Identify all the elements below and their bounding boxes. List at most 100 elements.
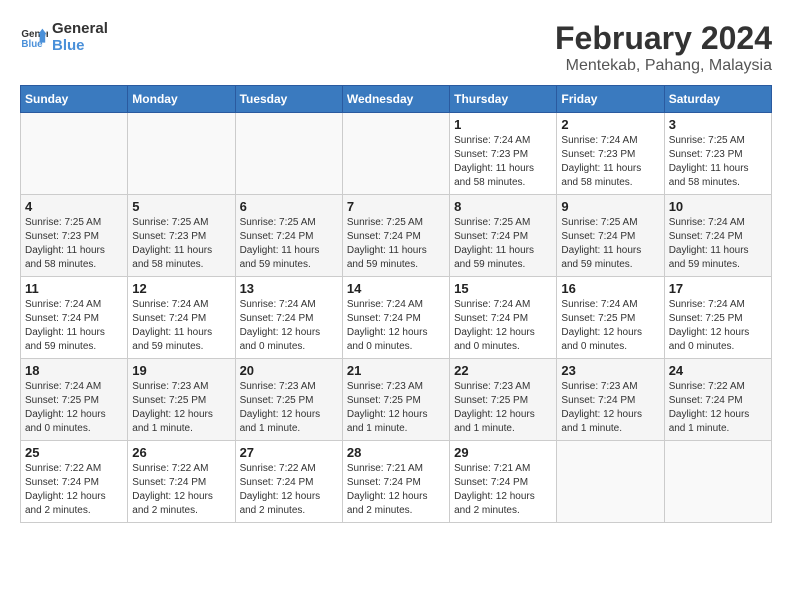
day-info: Sunrise: 7:25 AM Sunset: 7:24 PM Dayligh… bbox=[347, 216, 445, 272]
day-info: Sunrise: 7:21 AM Sunset: 7:24 PM Dayligh… bbox=[347, 462, 445, 518]
calendar-cell: 3 Sunrise: 7:25 AM Sunset: 7:23 PM Daylig… bbox=[664, 113, 771, 195]
day-info: Sunrise: 7:23 AM Sunset: 7:25 PM Dayligh… bbox=[454, 380, 552, 436]
day-number: 18 bbox=[25, 363, 123, 378]
day-info: Sunrise: 7:25 AM Sunset: 7:24 PM Dayligh… bbox=[454, 216, 552, 272]
calendar-cell: 6 Sunrise: 7:25 AM Sunset: 7:24 PM Daylig… bbox=[235, 195, 342, 277]
day-info: Sunrise: 7:22 AM Sunset: 7:24 PM Dayligh… bbox=[240, 462, 338, 518]
calendar-cell: 24 Sunrise: 7:22 AM Sunset: 7:24 PM Dayli… bbox=[664, 359, 771, 441]
calendar-cell: 18 Sunrise: 7:24 AM Sunset: 7:25 PM Dayli… bbox=[21, 359, 128, 441]
logo: General Blue General Blue bbox=[20, 20, 108, 54]
calendar-cell: 26Sunrise: 7:22 AM Sunset: 7:24 PM Dayli… bbox=[128, 441, 235, 523]
day-number: 16 bbox=[561, 281, 659, 296]
weekday-header-tuesday: Tuesday bbox=[235, 86, 342, 113]
day-number: 21 bbox=[347, 363, 445, 378]
day-number: 4 bbox=[25, 199, 123, 214]
calendar-cell: 17Sunrise: 7:24 AM Sunset: 7:25 PM Dayli… bbox=[664, 277, 771, 359]
day-info: Sunrise: 7:25 AM Sunset: 7:24 PM Dayligh… bbox=[240, 216, 338, 272]
calendar-week-row: 1 Sunrise: 7:24 AM Sunset: 7:23 PM Daylig… bbox=[21, 113, 772, 195]
weekday-header-wednesday: Wednesday bbox=[342, 86, 449, 113]
calendar-cell: 14Sunrise: 7:24 AM Sunset: 7:24 PM Dayli… bbox=[342, 277, 449, 359]
calendar-week-row: 11 Sunrise: 7:24 AM Sunset: 7:24 PM Dayli… bbox=[21, 277, 772, 359]
calendar-cell: 16 Sunrise: 7:24 AM Sunset: 7:25 PM Dayli… bbox=[557, 277, 664, 359]
weekday-header-friday: Friday bbox=[557, 86, 664, 113]
day-number: 7 bbox=[347, 199, 445, 214]
day-number: 27 bbox=[240, 445, 338, 460]
calendar-cell: 25Sunrise: 7:22 AM Sunset: 7:24 PM Dayli… bbox=[21, 441, 128, 523]
calendar-cell: 2Sunrise: 7:24 AM Sunset: 7:23 PM Daylig… bbox=[557, 113, 664, 195]
day-info: Sunrise: 7:23 AM Sunset: 7:24 PM Dayligh… bbox=[561, 380, 659, 436]
day-number: 19 bbox=[132, 363, 230, 378]
day-info: Sunrise: 7:24 AM Sunset: 7:25 PM Dayligh… bbox=[561, 298, 659, 354]
calendar-cell: 27 Sunrise: 7:22 AM Sunset: 7:24 PM Dayli… bbox=[235, 441, 342, 523]
calendar-cell: 22 Sunrise: 7:23 AM Sunset: 7:25 PM Dayli… bbox=[450, 359, 557, 441]
day-info: Sunrise: 7:24 AM Sunset: 7:23 PM Dayligh… bbox=[561, 134, 659, 190]
calendar-cell: 4Sunrise: 7:25 AM Sunset: 7:23 PM Daylig… bbox=[21, 195, 128, 277]
day-info: Sunrise: 7:24 AM Sunset: 7:23 PM Dayligh… bbox=[454, 134, 552, 190]
calendar-cell: 19 Sunrise: 7:23 AM Sunset: 7:25 PM Dayli… bbox=[128, 359, 235, 441]
calendar-cell: 8 Sunrise: 7:25 AM Sunset: 7:24 PM Daylig… bbox=[450, 195, 557, 277]
day-number: 20 bbox=[240, 363, 338, 378]
day-info: Sunrise: 7:24 AM Sunset: 7:24 PM Dayligh… bbox=[240, 298, 338, 354]
calendar-header: SundayMondayTuesdayWednesdayThursdayFrid… bbox=[21, 86, 772, 113]
day-number: 6 bbox=[240, 199, 338, 214]
weekday-header-thursday: Thursday bbox=[450, 86, 557, 113]
day-info: Sunrise: 7:24 AM Sunset: 7:25 PM Dayligh… bbox=[25, 380, 123, 436]
day-info: Sunrise: 7:22 AM Sunset: 7:24 PM Dayligh… bbox=[669, 380, 767, 436]
calendar-week-row: 25Sunrise: 7:22 AM Sunset: 7:24 PM Dayli… bbox=[21, 441, 772, 523]
month-year-title: February 2024 bbox=[555, 20, 772, 57]
calendar-cell: 15 Sunrise: 7:24 AM Sunset: 7:24 PM Dayli… bbox=[450, 277, 557, 359]
day-number: 5 bbox=[132, 199, 230, 214]
title-section: February 2024 Mentekab, Pahang, Malaysia bbox=[555, 20, 772, 75]
weekday-header-row: SundayMondayTuesdayWednesdayThursdayFrid… bbox=[21, 86, 772, 113]
calendar-cell: 28Sunrise: 7:21 AM Sunset: 7:24 PM Dayli… bbox=[342, 441, 449, 523]
calendar-cell bbox=[664, 441, 771, 523]
day-number: 11 bbox=[25, 281, 123, 296]
calendar-cell: 5 Sunrise: 7:25 AM Sunset: 7:23 PM Daylig… bbox=[128, 195, 235, 277]
day-info: Sunrise: 7:23 AM Sunset: 7:25 PM Dayligh… bbox=[347, 380, 445, 436]
day-number: 9 bbox=[561, 199, 659, 214]
calendar-cell bbox=[235, 113, 342, 195]
day-number: 26 bbox=[132, 445, 230, 460]
day-number: 29 bbox=[454, 445, 552, 460]
calendar-cell: 1 Sunrise: 7:24 AM Sunset: 7:23 PM Daylig… bbox=[450, 113, 557, 195]
day-number: 15 bbox=[454, 281, 552, 296]
calendar-cell: 23 Sunrise: 7:23 AM Sunset: 7:24 PM Dayli… bbox=[557, 359, 664, 441]
logo-icon: General Blue bbox=[20, 23, 48, 51]
logo-text-general: General bbox=[52, 20, 108, 37]
calendar-cell: 21 Sunrise: 7:23 AM Sunset: 7:25 PM Dayli… bbox=[342, 359, 449, 441]
day-number: 1 bbox=[454, 117, 552, 132]
day-number: 17 bbox=[669, 281, 767, 296]
day-number: 23 bbox=[561, 363, 659, 378]
day-number: 10 bbox=[669, 199, 767, 214]
calendar-cell: 13 Sunrise: 7:24 AM Sunset: 7:24 PM Dayli… bbox=[235, 277, 342, 359]
day-info: Sunrise: 7:24 AM Sunset: 7:24 PM Dayligh… bbox=[25, 298, 123, 354]
day-number: 24 bbox=[669, 363, 767, 378]
calendar-cell bbox=[128, 113, 235, 195]
day-info: Sunrise: 7:23 AM Sunset: 7:25 PM Dayligh… bbox=[132, 380, 230, 436]
day-number: 13 bbox=[240, 281, 338, 296]
day-number: 8 bbox=[454, 199, 552, 214]
calendar-cell: 11 Sunrise: 7:24 AM Sunset: 7:24 PM Dayli… bbox=[21, 277, 128, 359]
day-info: Sunrise: 7:24 AM Sunset: 7:24 PM Dayligh… bbox=[454, 298, 552, 354]
calendar-cell bbox=[342, 113, 449, 195]
calendar-cell: 20 Sunrise: 7:23 AM Sunset: 7:25 PM Dayli… bbox=[235, 359, 342, 441]
day-number: 12 bbox=[132, 281, 230, 296]
day-number: 14 bbox=[347, 281, 445, 296]
weekday-header-sunday: Sunday bbox=[21, 86, 128, 113]
logo-text-blue: Blue bbox=[52, 37, 108, 54]
day-info: Sunrise: 7:21 AM Sunset: 7:24 PM Dayligh… bbox=[454, 462, 552, 518]
calendar-cell bbox=[557, 441, 664, 523]
calendar-week-row: 4 Sunrise: 7:25 AM Sunset: 7:23 PM Daylig… bbox=[21, 195, 772, 277]
day-info: Sunrise: 7:24 AM Sunset: 7:24 PM Dayligh… bbox=[669, 216, 767, 272]
day-info: Sunrise: 7:25 AM Sunset: 7:23 PM Dayligh… bbox=[132, 216, 230, 272]
calendar-week-row: 18 Sunrise: 7:24 AM Sunset: 7:25 PM Dayli… bbox=[21, 359, 772, 441]
day-number: 3 bbox=[669, 117, 767, 132]
day-info: Sunrise: 7:25 AM Sunset: 7:23 PM Dayligh… bbox=[669, 134, 767, 190]
calendar-table: SundayMondayTuesdayWednesdayThursdayFrid… bbox=[20, 85, 772, 523]
calendar-cell: 10 Sunrise: 7:24 AM Sunset: 7:24 PM Dayli… bbox=[664, 195, 771, 277]
day-number: 22 bbox=[454, 363, 552, 378]
day-info: Sunrise: 7:22 AM Sunset: 7:24 PM Dayligh… bbox=[25, 462, 123, 518]
weekday-header-saturday: Saturday bbox=[664, 86, 771, 113]
day-info: Sunrise: 7:23 AM Sunset: 7:25 PM Dayligh… bbox=[240, 380, 338, 436]
day-info: Sunrise: 7:25 AM Sunset: 7:24 PM Dayligh… bbox=[561, 216, 659, 272]
